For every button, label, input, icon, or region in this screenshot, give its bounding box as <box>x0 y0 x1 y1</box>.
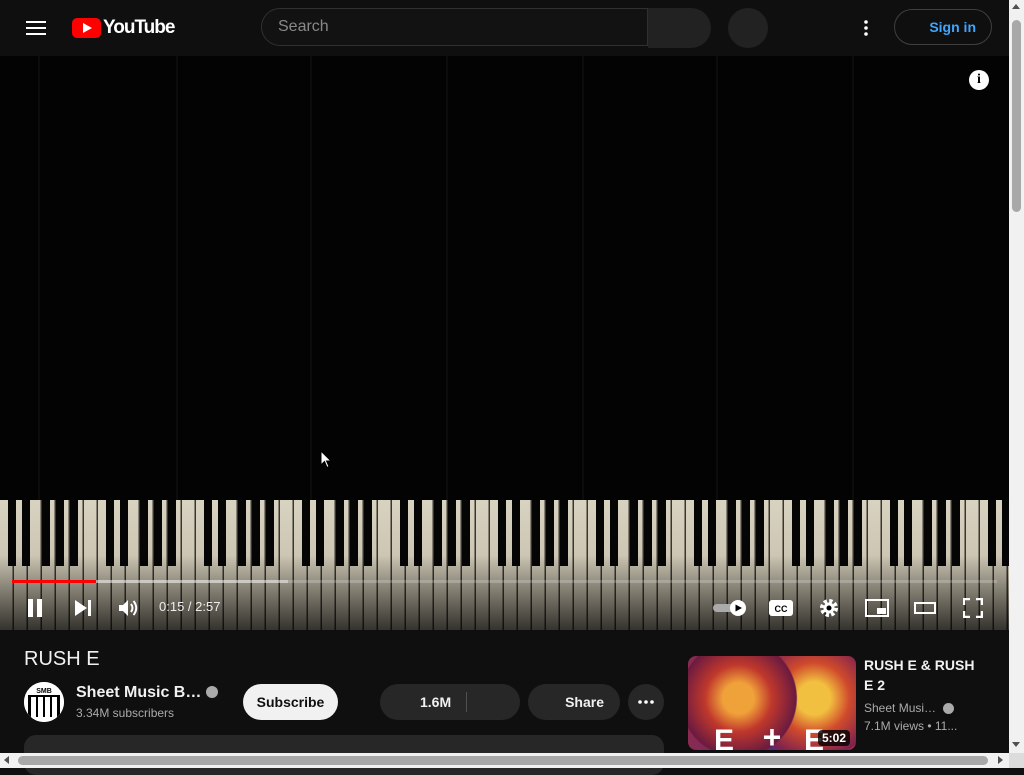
voice-search-button[interactable] <box>728 8 768 48</box>
next-button[interactable] <box>68 594 98 622</box>
svg-text:SMB: SMB <box>36 688 52 695</box>
vertical-scroll-thumb[interactable] <box>1012 20 1021 212</box>
verified-icon <box>206 686 218 698</box>
youtube-logo-icon <box>72 18 101 38</box>
subscribe-button[interactable]: Subscribe <box>243 684 338 720</box>
recommendation-duration: 5:02 <box>817 730 850 746</box>
settings-button[interactable] <box>814 594 844 622</box>
settings-more-button[interactable] <box>850 12 882 44</box>
info-icon[interactable]: i <box>969 70 989 90</box>
like-dislike-group: 1.6M <box>380 684 520 720</box>
recommendation-thumbnail[interactable]: E + E 5:02 <box>688 656 856 750</box>
key-highlight <box>716 56 718 500</box>
channel-avatar[interactable]: SMB <box>24 682 64 722</box>
channel-logo-icon: SMB <box>24 682 64 722</box>
key-highlight <box>310 56 312 500</box>
key-highlight <box>582 56 584 500</box>
scrollbar-corner <box>1009 753 1024 768</box>
theater-mode-button[interactable] <box>910 594 940 622</box>
progress-played <box>12 580 96 583</box>
theater-icon <box>914 602 936 614</box>
svg-text:+: + <box>763 719 782 750</box>
video-player[interactable]: i 0:15 / 2:57 CC <box>0 56 1009 630</box>
more-vert-icon <box>864 20 868 36</box>
like-button[interactable]: 1.6M <box>420 694 451 710</box>
share-label: Share <box>565 694 604 710</box>
settings-icon <box>820 599 838 617</box>
piano-keyboard <box>0 500 1009 630</box>
horizontal-scroll-thumb[interactable] <box>18 756 988 765</box>
search-button[interactable] <box>648 8 711 48</box>
recommendation-meta: 7.1M views • 11... <box>864 719 958 733</box>
captions-button[interactable]: CC <box>766 594 796 622</box>
like-divider <box>466 692 467 712</box>
horizontal-scrollbar[interactable] <box>0 753 1009 768</box>
pause-button[interactable] <box>20 594 50 622</box>
vertical-scrollbar[interactable] <box>1009 0 1024 753</box>
svg-text:E: E <box>714 724 734 750</box>
autoplay-toggle-icon <box>713 600 746 616</box>
scroll-left-icon[interactable] <box>4 756 9 764</box>
menu-icon <box>26 21 46 35</box>
sign-in-label: Sign in <box>929 19 976 35</box>
key-highlight <box>176 56 178 500</box>
share-button[interactable]: Share <box>528 684 620 720</box>
scroll-down-icon[interactable] <box>1012 742 1020 747</box>
subscribe-label: Subscribe <box>256 694 325 710</box>
recommendation-channel[interactable]: Sheet Music... <box>864 701 938 715</box>
sign-in-button[interactable]: Sign in <box>894 9 992 45</box>
fullscreen-icon <box>963 598 983 618</box>
pause-icon <box>28 599 42 617</box>
key-highlight <box>852 56 854 500</box>
recommendation-title[interactable]: RUSH E & RUSH E 2 <box>864 655 984 695</box>
more-horiz-icon <box>638 700 654 704</box>
next-icon <box>75 600 91 616</box>
volume-icon <box>119 600 138 616</box>
svg-text:CC: CC <box>775 604 788 614</box>
more-actions-button[interactable] <box>628 684 664 720</box>
fullscreen-button[interactable] <box>958 594 988 622</box>
mute-button[interactable] <box>114 594 144 622</box>
captions-icon: CC <box>769 600 793 616</box>
scroll-up-icon[interactable] <box>1012 4 1020 9</box>
masthead: YouTube Sign in <box>0 0 1009 56</box>
verified-icon <box>943 703 954 714</box>
key-highlight <box>446 56 448 500</box>
progress-bar[interactable] <box>12 580 997 583</box>
search-box <box>261 8 711 48</box>
menu-button[interactable] <box>18 10 54 46</box>
youtube-logo[interactable]: YouTube <box>72 17 175 39</box>
video-title: RUSH E <box>24 648 100 670</box>
time-display: 0:15 / 2:57 <box>159 599 221 614</box>
autoplay-toggle[interactable] <box>712 594 748 622</box>
logo-text: YouTube <box>103 17 175 38</box>
search-input[interactable] <box>261 8 648 46</box>
mouse-cursor <box>320 450 332 469</box>
scroll-right-icon[interactable] <box>998 756 1003 764</box>
miniplayer-button[interactable] <box>862 594 892 622</box>
key-highlight <box>38 56 40 500</box>
dislike-button[interactable] <box>470 684 520 720</box>
channel-name[interactable]: Sheet Music Bo... <box>76 684 202 702</box>
miniplayer-icon <box>865 599 889 617</box>
subscriber-count: 3.34M subscribers <box>76 706 175 720</box>
